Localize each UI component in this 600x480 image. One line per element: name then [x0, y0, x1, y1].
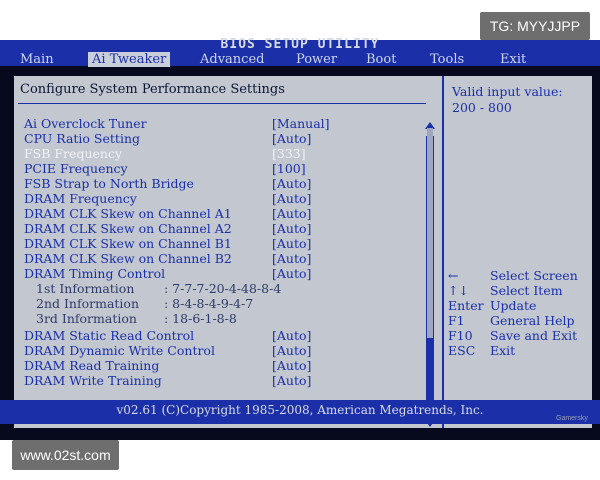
setting-value: [Manual] [272, 116, 330, 131]
setting-value: [100] [272, 161, 306, 176]
setting-value: [333] [272, 146, 306, 161]
setting-value: [Auto] [272, 328, 312, 343]
key-select-item: ↑↓ Select Item [448, 283, 594, 298]
up-down-arrow-icon: ↑↓ [448, 283, 469, 298]
setting-value: [Auto] [272, 251, 312, 266]
setting-fsb-strap[interactable]: FSB Strap to North Bridge [Auto] [24, 176, 424, 191]
key-f10: F10 Save and Exit [448, 328, 594, 343]
setting-label: FSB Frequency [24, 146, 123, 161]
setting-clk-skew-b2[interactable]: DRAM CLK Skew on Channel B2 [Auto] [24, 251, 424, 266]
setting-dynamic-write-control[interactable]: DRAM Dynamic Write Control [Auto] [24, 343, 424, 358]
tab-main[interactable]: Main [20, 52, 54, 67]
info-label: 1st Information [36, 281, 135, 296]
section-header: Configure System Performance Settings [20, 82, 285, 97]
key-label: Enter [448, 298, 484, 313]
setting-clk-skew-a1[interactable]: DRAM CLK Skew on Channel A1 [Auto] [24, 206, 424, 221]
help-panel: Valid input value: 200 - 800 ← Select Sc… [442, 76, 594, 428]
setting-clk-skew-b1[interactable]: DRAM CLK Skew on Channel B1 [Auto] [24, 236, 424, 251]
key-enter: Enter Update [448, 298, 594, 313]
key-desc: General Help [490, 313, 575, 328]
window-title: BIOS SETUP UTILITY [220, 37, 380, 52]
setting-value: [Auto] [272, 236, 312, 251]
setting-pcie-frequency[interactable]: PCIE Frequency [100] [24, 161, 424, 176]
setting-label: DRAM Dynamic Write Control [24, 343, 215, 358]
setting-dram-timing-control[interactable]: DRAM Timing Control [Auto] [24, 266, 424, 281]
bios-screen: BIOS SETUP UTILITY Main Ai Tweaker Advan… [0, 37, 600, 440]
scrollbar[interactable] [425, 122, 435, 427]
setting-value: [Auto] [272, 266, 312, 281]
setting-read-training[interactable]: DRAM Read Training [Auto] [24, 358, 424, 373]
setting-clk-skew-a2[interactable]: DRAM CLK Skew on Channel A2 [Auto] [24, 221, 424, 236]
setting-label: DRAM CLK Skew on Channel B1 [24, 236, 232, 251]
setting-value: [Auto] [272, 358, 312, 373]
tab-power[interactable]: Power [296, 52, 337, 67]
key-desc: Save and Exit [490, 328, 578, 343]
key-desc: Exit [490, 343, 516, 358]
header-divider [18, 103, 426, 104]
info-line-2: 2nd Information : 8-4-8-4-9-4-7 [36, 296, 436, 311]
main-settings: Configure System Performance Settings Ai… [14, 76, 436, 428]
info-value: : 8-4-8-4-9-4-7 [164, 296, 254, 311]
key-desc: Select Screen [490, 268, 578, 283]
info-label: 2nd Information [36, 296, 139, 311]
tab-advanced[interactable]: Advanced [200, 52, 264, 67]
setting-ai-overclock-tuner[interactable]: Ai Overclock Tuner [Manual] [24, 116, 424, 131]
setting-label: Ai Overclock Tuner [24, 116, 147, 131]
help-text-line1: Valid input value: [452, 84, 563, 99]
setting-value: [Auto] [272, 206, 312, 221]
help-text-line2: 200 - 800 [452, 100, 512, 115]
key-f1: F1 General Help [448, 313, 594, 328]
setting-label: DRAM CLK Skew on Channel A2 [24, 221, 232, 236]
key-desc: Select Item [490, 283, 563, 298]
setting-fsb-frequency[interactable]: FSB Frequency [333] [24, 146, 424, 161]
setting-label: DRAM CLK Skew on Channel B2 [24, 251, 232, 266]
footer-bar: v02.61 (C)Copyright 1985-2008, American … [0, 400, 600, 424]
setting-label: DRAM Timing Control [24, 266, 166, 281]
top-bar: BIOS SETUP UTILITY Main Ai Tweaker Advan… [0, 37, 600, 67]
setting-label: DRAM Write Training [24, 373, 162, 388]
key-select-screen: ← Select Screen [448, 268, 594, 283]
site-logo: Gamersky [556, 415, 588, 422]
info-value: : 18-6-1-8-8 [164, 311, 237, 326]
left-right-arrow-icon: ← [448, 268, 459, 283]
copyright-text: v02.61 (C)Copyright 1985-2008, American … [116, 403, 484, 417]
setting-label: PCIE Frequency [24, 161, 128, 176]
setting-label: DRAM Frequency [24, 191, 137, 206]
setting-value: [Auto] [272, 343, 312, 358]
setting-dram-frequency[interactable]: DRAM Frequency [Auto] [24, 191, 424, 206]
info-line-1: 1st Information : 7-7-7-20-4-48-8-4 [36, 281, 436, 296]
key-label: F1 [448, 313, 465, 328]
setting-value: [Auto] [272, 131, 312, 146]
info-value: : 7-7-7-20-4-48-8-4 [164, 281, 282, 296]
setting-value: [Auto] [272, 373, 312, 388]
tab-tools[interactable]: Tools [430, 52, 464, 67]
tab-ai-tweaker[interactable]: Ai Tweaker [88, 52, 171, 67]
setting-label: FSB Strap to North Bridge [24, 176, 194, 191]
setting-label: DRAM CLK Skew on Channel A1 [24, 206, 232, 221]
setting-cpu-ratio[interactable]: CPU Ratio Setting [Auto] [24, 131, 424, 146]
setting-label: DRAM Static Read Control [24, 328, 195, 343]
tab-exit[interactable]: Exit [500, 52, 526, 67]
settings-panel: Configure System Performance Settings Ai… [14, 76, 592, 428]
scrollbar-thumb[interactable] [427, 128, 433, 338]
setting-value: [Auto] [272, 221, 312, 236]
key-label: F10 [448, 328, 473, 343]
key-label: ESC [448, 343, 476, 358]
watermark-bottom: www.02st.com [12, 440, 119, 470]
setting-label: CPU Ratio Setting [24, 131, 140, 146]
info-line-3: 3rd Information : 18-6-1-8-8 [36, 311, 436, 326]
tab-boot[interactable]: Boot [366, 52, 396, 67]
setting-write-training[interactable]: DRAM Write Training [Auto] [24, 373, 424, 388]
setting-value: [Auto] [272, 176, 312, 191]
setting-label: DRAM Read Training [24, 358, 160, 373]
info-label: 3rd Information [36, 311, 137, 326]
setting-value: [Auto] [272, 191, 312, 206]
key-esc: ESC Exit [448, 343, 594, 358]
setting-static-read-control[interactable]: DRAM Static Read Control [Auto] [24, 328, 424, 343]
key-desc: Update [490, 298, 537, 313]
watermark-top: TG: MYYJJPP [480, 12, 590, 40]
